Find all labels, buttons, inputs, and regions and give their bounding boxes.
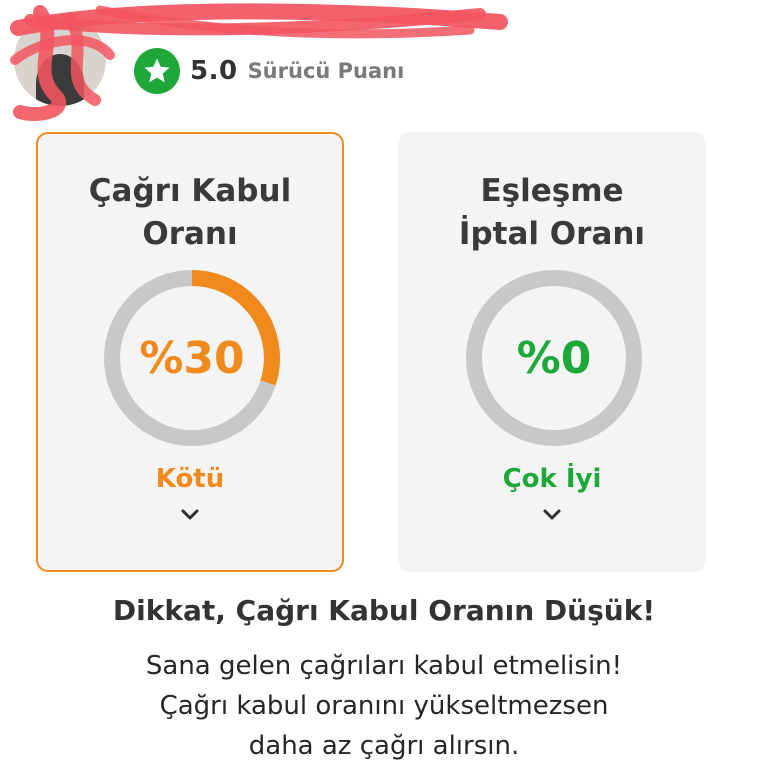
card-title-line2: İptal Oranı xyxy=(458,216,646,252)
star-icon xyxy=(134,48,180,94)
card-title-line1: Çağrı Kabul xyxy=(88,173,292,209)
warning-line: Sana gelen çağrıları kabul etmelisin! xyxy=(145,651,623,681)
cancellation-rate-card[interactable]: Eşleşme İptal Oranı %0 Çok İyi xyxy=(398,132,706,572)
acceptance-rate-card[interactable]: Çağrı Kabul Oranı %30 Kötü xyxy=(36,132,344,572)
acceptance-status-label: Kötü xyxy=(155,464,225,494)
warning-line: Çağrı kabul oranını yükseltmezsen xyxy=(159,691,609,721)
cancellation-rate-value: %0 xyxy=(516,332,592,384)
warning-line: daha az çağrı alırsın. xyxy=(248,731,520,761)
card-title: Çağrı Kabul Oranı xyxy=(38,170,342,256)
rating-caption: Sürücü Puanı xyxy=(247,59,405,83)
acceptance-rate-gauge: %30 xyxy=(100,266,284,450)
card-title-line2: Oranı xyxy=(142,216,238,252)
driver-header: 5.0 Sürücü Puanı xyxy=(0,0,768,121)
card-title-line1: Eşleşme xyxy=(480,173,624,209)
chevron-down-icon[interactable] xyxy=(180,508,200,522)
chevron-down-icon[interactable] xyxy=(542,508,562,522)
rating-value: 5.0 xyxy=(190,56,238,86)
warning-title: Dikkat, Çağrı Kabul Oranın Düşük! xyxy=(112,594,656,627)
cancellation-status-label: Çok İyi xyxy=(502,464,602,494)
driver-rating: 5.0 Sürücü Puanı xyxy=(134,48,404,94)
warning-message: Sana gelen çağrıları kabul etmelisin! Ça… xyxy=(0,646,768,766)
acceptance-rate-value: %30 xyxy=(139,332,245,384)
card-title: Eşleşme İptal Oranı xyxy=(400,170,704,256)
cancellation-rate-gauge: %0 xyxy=(462,266,646,450)
